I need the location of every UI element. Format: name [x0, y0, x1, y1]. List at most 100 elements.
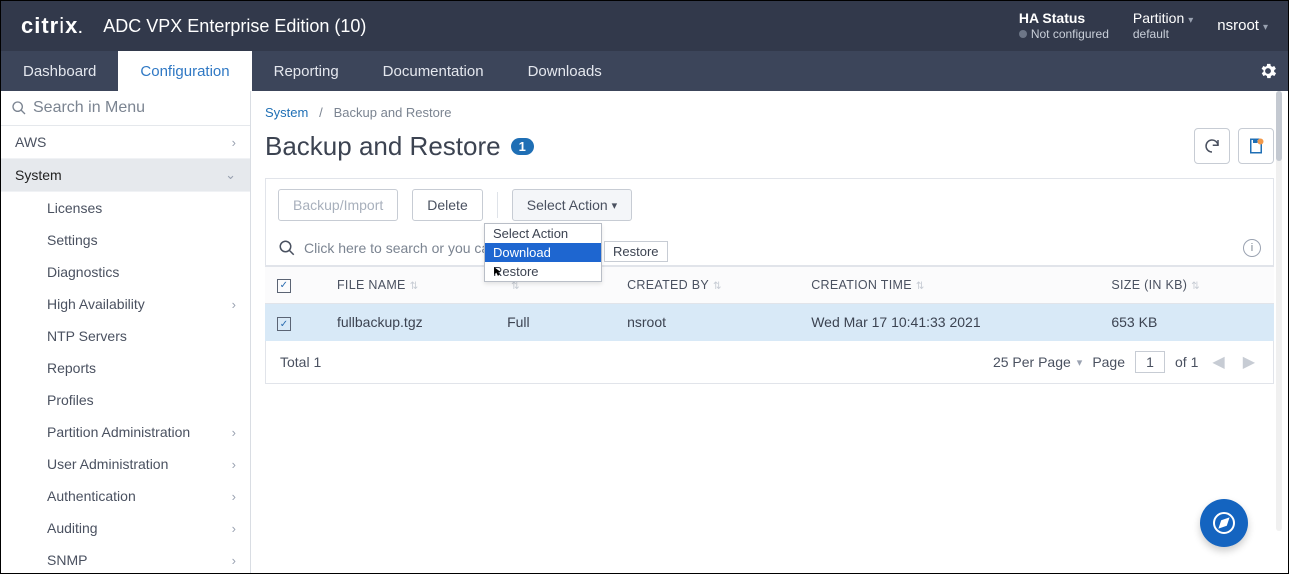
delete-button[interactable]: Delete: [412, 189, 482, 221]
search-icon: [278, 239, 296, 257]
pagination: 25 Per Page ▾ Page 1 of 1 ◀ ▶: [993, 351, 1259, 373]
compass-icon: [1212, 511, 1236, 535]
page-title-row: Backup and Restore 1: [265, 128, 1274, 164]
app-header: citrix. ADC VPX Enterprise Edition (10) …: [1, 1, 1288, 51]
backup-import-button[interactable]: Backup/Import: [278, 189, 398, 221]
page-label: Page: [1092, 354, 1125, 370]
ha-status-block[interactable]: HA Status Not configured: [1019, 10, 1109, 41]
sidebar-item-snmp[interactable]: SNMP›: [1, 544, 250, 573]
cell-level: Full: [495, 303, 615, 341]
tab-reporting[interactable]: Reporting: [252, 51, 361, 91]
chevron-down-icon: ▾: [1263, 22, 1268, 33]
select-action-dropdown[interactable]: Select Action ▾: [512, 189, 632, 221]
user-menu[interactable]: nsroot▾: [1217, 17, 1268, 34]
chevron-down-icon: ⌄: [225, 167, 236, 183]
breadcrumb: System / Backup and Restore: [265, 91, 1274, 128]
col-size[interactable]: SIZE (IN KB)⇅: [1099, 267, 1274, 304]
save-config-button[interactable]: [1238, 128, 1274, 164]
chevron-right-icon: ›: [232, 489, 236, 504]
refresh-icon: [1203, 137, 1221, 155]
help-fab-button[interactable]: [1200, 499, 1248, 547]
cell-creation-time: Wed Mar 17 10:41:33 2021: [799, 303, 1099, 341]
sort-icon: ⇅: [713, 281, 722, 292]
refresh-button[interactable]: [1194, 128, 1230, 164]
info-icon[interactable]: i: [1243, 239, 1261, 257]
table-row[interactable]: ✓ fullbackup.tgz Full nsroot Wed Mar 17 …: [265, 303, 1274, 341]
sidebar-item-system[interactable]: System⌄: [1, 159, 250, 192]
tab-dashboard[interactable]: Dashboard: [1, 51, 118, 91]
sidebar-item-ntp-servers[interactable]: NTP Servers: [1, 320, 250, 352]
chevron-right-icon: ›: [232, 457, 236, 472]
dropdown-opt-restore[interactable]: Restore: [485, 262, 601, 281]
total-count: Total 1: [280, 354, 321, 370]
sidebar-item-settings[interactable]: Settings: [1, 224, 250, 256]
header-checkbox[interactable]: ✓: [277, 279, 291, 293]
sort-icon: ⇅: [511, 281, 520, 292]
chevron-down-icon: ▾: [1077, 356, 1083, 369]
title-actions: [1194, 128, 1274, 164]
sidebar-item-aws[interactable]: AWS›: [1, 126, 250, 159]
brand-logo: citrix.: [21, 13, 83, 39]
sidebar-item-profiles[interactable]: Profiles: [1, 384, 250, 416]
sort-icon: ⇅: [1191, 281, 1200, 292]
col-creation-time[interactable]: CREATION TIME⇅: [799, 267, 1099, 304]
sidebar-item-licenses[interactable]: Licenses: [1, 192, 250, 224]
sort-icon: ⇅: [916, 281, 925, 292]
tab-configuration[interactable]: Configuration: [118, 51, 251, 91]
ha-status-value: Not configured: [1019, 27, 1109, 41]
tab-downloads[interactable]: Downloads: [506, 51, 624, 91]
backup-table: ✓ FILE NAME⇅ ⇅ CREATED BY⇅ CREATION TIME…: [265, 266, 1274, 341]
breadcrumb-link-system[interactable]: System: [265, 105, 308, 120]
sidebar-search-placeholder: Search in Menu: [33, 99, 145, 117]
gear-icon: [1258, 61, 1278, 81]
status-dot-icon: [1019, 30, 1027, 38]
breadcrumb-current: Backup and Restore: [334, 105, 452, 120]
product-title: ADC VPX Enterprise Edition (10): [103, 16, 1019, 37]
chevron-down-icon: ▾: [612, 199, 618, 212]
chevron-down-icon: ▾: [1188, 15, 1193, 26]
next-page-button[interactable]: ▶: [1239, 352, 1259, 372]
tooltip-restore: Restore: [604, 241, 668, 262]
header-right: HA Status Not configured Partition▾ defa…: [1019, 10, 1268, 41]
sidebar-search[interactable]: Search in Menu: [1, 91, 250, 126]
partition-value: default: [1133, 27, 1193, 41]
dropdown-opt-download[interactable]: Download: [485, 243, 601, 262]
search-icon: [11, 100, 27, 116]
per-page-select[interactable]: 25 Per Page ▾: [993, 354, 1082, 370]
sidebar-item-authentication[interactable]: Authentication›: [1, 480, 250, 512]
sidebar-item-auditing[interactable]: Auditing›: [1, 512, 250, 544]
sidebar-item-diagnostics[interactable]: Diagnostics: [1, 256, 250, 288]
cell-size: 653 KB: [1099, 303, 1274, 341]
separator: [497, 192, 498, 218]
col-created-by[interactable]: CREATED BY⇅: [615, 267, 799, 304]
sidebar-item-high-availability[interactable]: High Availability›: [1, 288, 250, 320]
save-icon: [1247, 137, 1265, 155]
action-toolbar: Backup/Import Delete Select Action ▾ Sel…: [265, 178, 1274, 231]
sidebar-item-user-admin[interactable]: User Administration›: [1, 448, 250, 480]
count-badge: 1: [511, 138, 534, 155]
chevron-right-icon: ›: [232, 425, 236, 440]
page-of-label: of 1: [1175, 354, 1198, 370]
page-number-input[interactable]: 1: [1135, 351, 1165, 373]
chevron-right-icon: ›: [232, 297, 236, 312]
tab-documentation[interactable]: Documentation: [361, 51, 506, 91]
row-checkbox[interactable]: ✓: [277, 317, 291, 331]
scrollbar-thumb[interactable]: [1276, 91, 1282, 161]
chevron-right-icon: ›: [232, 553, 236, 568]
col-file-name[interactable]: FILE NAME⇅: [325, 267, 495, 304]
cursor-icon: [493, 266, 504, 277]
table-footer: Total 1 25 Per Page ▾ Page 1 of 1 ◀ ▶: [265, 341, 1274, 384]
chevron-right-icon: ›: [232, 135, 236, 150]
settings-gear-button[interactable]: [1248, 51, 1288, 91]
table-search-bar[interactable]: Click here to search or you can en i: [265, 231, 1274, 266]
partition-block[interactable]: Partition▾ default: [1133, 10, 1193, 41]
sidebar-item-partition-admin[interactable]: Partition Administration›: [1, 416, 250, 448]
dropdown-opt-select-action[interactable]: Select Action: [485, 224, 601, 243]
sidebar-item-reports[interactable]: Reports: [1, 352, 250, 384]
ha-status-label: HA Status: [1019, 10, 1109, 27]
cell-created-by: nsroot: [615, 303, 799, 341]
partition-label: Partition▾: [1133, 10, 1193, 27]
sort-icon: ⇅: [410, 281, 419, 292]
page-title: Backup and Restore 1: [265, 131, 534, 162]
prev-page-button[interactable]: ◀: [1208, 352, 1228, 372]
